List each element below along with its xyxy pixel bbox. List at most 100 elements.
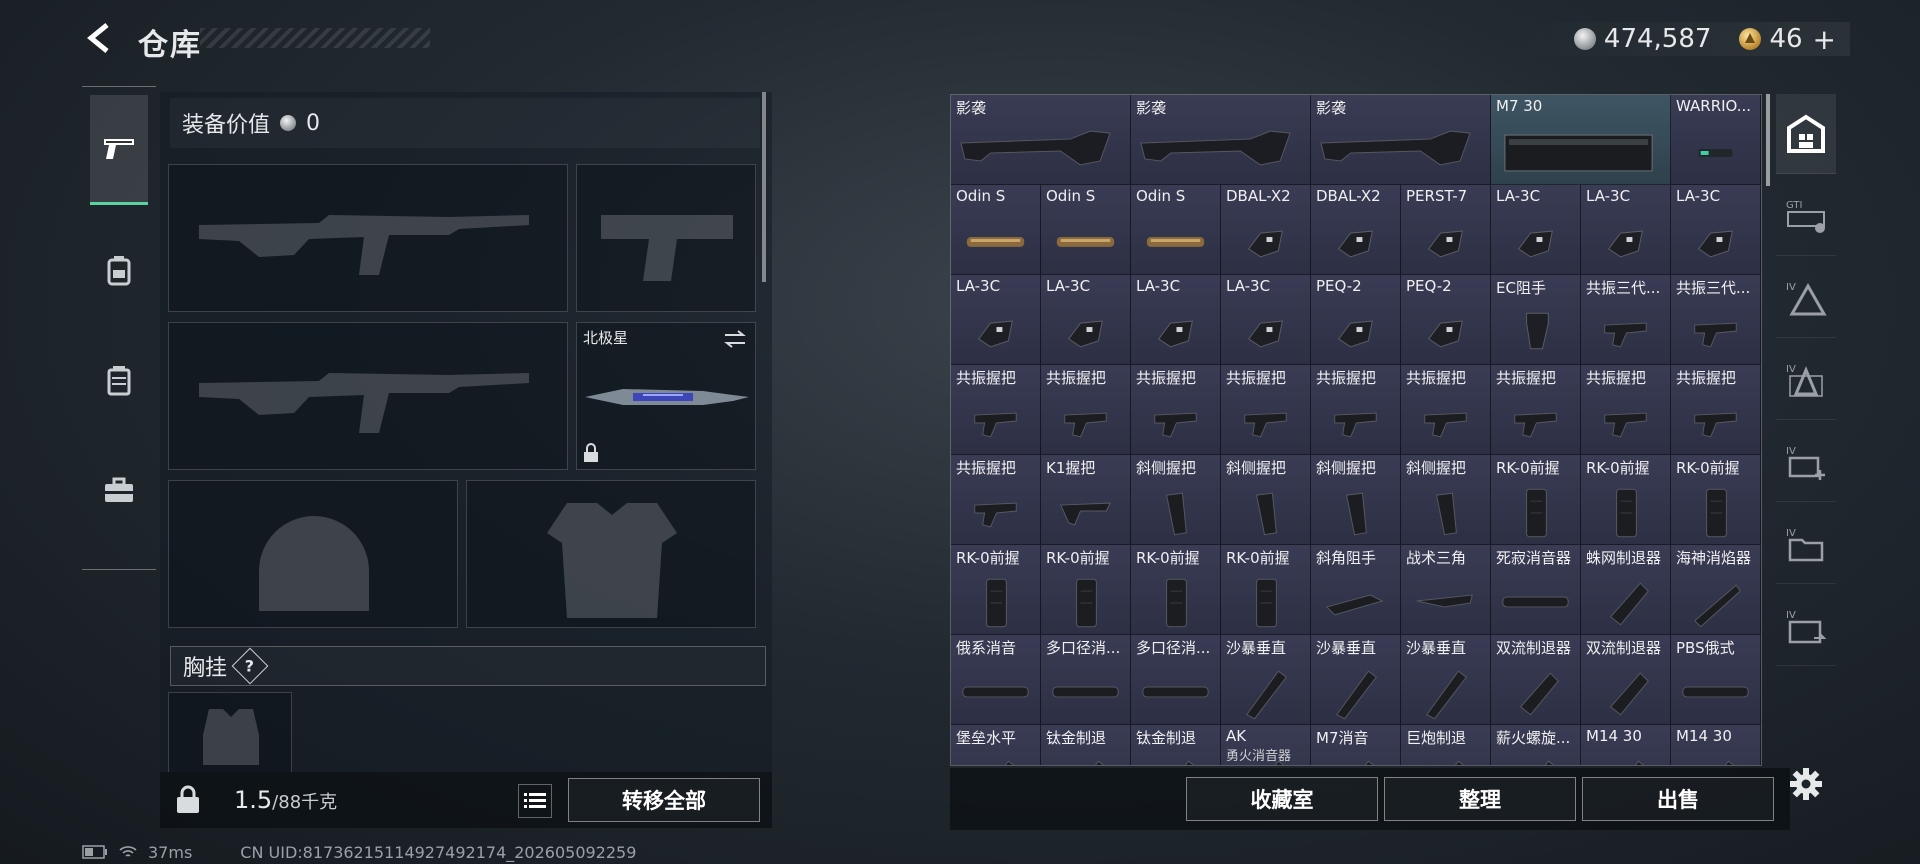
- category-medical[interactable]: IV: [1776, 422, 1836, 502]
- nav-weapons[interactable]: [90, 95, 148, 205]
- list-view-button[interactable]: [518, 784, 552, 818]
- stash-item[interactable]: PEQ-2: [1311, 275, 1401, 365]
- stash-item[interactable]: LA-3C: [1491, 185, 1581, 275]
- stash-item[interactable]: 共振握把: [1041, 365, 1131, 455]
- stash-item[interactable]: 巨炮制退: [1401, 725, 1491, 765]
- nav-vest[interactable]: [90, 325, 148, 435]
- armor-slot[interactable]: [466, 480, 756, 628]
- category-armor[interactable]: IV: [1776, 340, 1836, 420]
- stash-item[interactable]: LA-3C: [1221, 275, 1311, 365]
- transfer-all-button[interactable]: 转移全部: [568, 778, 760, 822]
- stash-item[interactable]: M14 30: [1581, 725, 1671, 765]
- chest-rig-slot[interactable]: [168, 692, 292, 772]
- stash-item[interactable]: AK 勇火消音器: [1221, 725, 1311, 765]
- stash-item[interactable]: 钛金制退: [1131, 725, 1221, 765]
- stash-item[interactable]: 斜侧握把: [1311, 455, 1401, 545]
- stash-item[interactable]: RK-0前握: [1131, 545, 1221, 635]
- stash-item[interactable]: 海神消焰器: [1671, 545, 1761, 635]
- stash-item[interactable]: 影袭: [951, 95, 1131, 185]
- stash-item[interactable]: PBS俄式: [1671, 635, 1761, 725]
- stash-item[interactable]: RK-0前握: [1221, 545, 1311, 635]
- help-button[interactable]: ?: [231, 647, 269, 685]
- stash-item[interactable]: K1握把: [1041, 455, 1131, 545]
- stash-item[interactable]: 共振握把: [1491, 365, 1581, 455]
- category-ammo[interactable]: IV: [1776, 258, 1836, 338]
- stash-item[interactable]: 斜角阻手: [1311, 545, 1401, 635]
- stash-item[interactable]: M14 30: [1671, 725, 1761, 765]
- category-transfer[interactable]: IV: [1776, 586, 1836, 666]
- stash-item[interactable]: 死寂消音器: [1491, 545, 1581, 635]
- stash-item[interactable]: 俄系消音: [951, 635, 1041, 725]
- stash-item[interactable]: 共振握把: [1131, 365, 1221, 455]
- stash-item[interactable]: RK-0前握: [1581, 455, 1671, 545]
- stash-item[interactable]: 共振握把: [1221, 365, 1311, 455]
- stash-item[interactable]: 双流制退器: [1491, 635, 1581, 725]
- stash-item[interactable]: 多口径消...: [1041, 635, 1131, 725]
- stash-item[interactable]: Odin S: [951, 185, 1041, 275]
- category-folder[interactable]: IV: [1776, 504, 1836, 584]
- stash-item[interactable]: Odin S: [1131, 185, 1221, 275]
- helmet-slot[interactable]: [168, 480, 458, 628]
- stash-item[interactable]: 共振握把: [951, 365, 1041, 455]
- swap-icon[interactable]: [723, 329, 747, 349]
- stash-item[interactable]: 沙暴垂直: [1311, 635, 1401, 725]
- stash-item[interactable]: M7 30: [1491, 95, 1671, 185]
- stash-item[interactable]: EC阻手: [1491, 275, 1581, 365]
- stash-item[interactable]: 堡垒水平: [951, 725, 1041, 765]
- stash-item[interactable]: 共振三代...: [1671, 275, 1761, 365]
- stash-item[interactable]: DBAL-X2: [1311, 185, 1401, 275]
- stash-item[interactable]: 共振握把: [951, 455, 1041, 545]
- stash-item[interactable]: M7消音: [1311, 725, 1401, 765]
- stash-item[interactable]: PEQ-2: [1401, 275, 1491, 365]
- stash-item[interactable]: 钛金制退: [1041, 725, 1131, 765]
- lock-button[interactable]: [168, 780, 208, 820]
- stash-item[interactable]: DBAL-X2: [1221, 185, 1311, 275]
- sidearm-slot[interactable]: [576, 164, 756, 312]
- category-weapon-mods[interactable]: GTI: [1776, 176, 1836, 256]
- sell-button[interactable]: 出售: [1582, 777, 1774, 821]
- stash-item[interactable]: PERST-7: [1401, 185, 1491, 275]
- stash-scrollbar[interactable]: [1766, 94, 1770, 186]
- stash-item[interactable]: 斜侧握把: [1401, 455, 1491, 545]
- stash-item[interactable]: 双流制退器: [1581, 635, 1671, 725]
- stash-item[interactable]: 共振握把: [1671, 365, 1761, 455]
- stash-item[interactable]: 斜侧握把: [1131, 455, 1221, 545]
- stash-item[interactable]: 战术三角: [1401, 545, 1491, 635]
- melee-slot[interactable]: 北极星: [576, 322, 756, 470]
- stash-item[interactable]: 斜侧握把: [1221, 455, 1311, 545]
- stash-item[interactable]: 蛛网制退器: [1581, 545, 1671, 635]
- secondary-weapon-slot[interactable]: [168, 322, 568, 470]
- stash-item[interactable]: 多口径消...: [1131, 635, 1221, 725]
- item-image: [1424, 412, 1467, 438]
- stash-item[interactable]: 影袭: [1131, 95, 1311, 185]
- stash-item[interactable]: WARRIO...: [1671, 95, 1761, 185]
- stash-item[interactable]: RK-0前握: [1041, 545, 1131, 635]
- stash-item[interactable]: Odin S: [1041, 185, 1131, 275]
- stash-item[interactable]: LA-3C: [951, 275, 1041, 365]
- stash-item[interactable]: 薪火螺旋...: [1491, 725, 1581, 765]
- back-button[interactable]: [80, 18, 120, 58]
- collection-button[interactable]: 收藏室: [1186, 777, 1378, 821]
- stash-item[interactable]: RK-0前握: [1491, 455, 1581, 545]
- add-currency-button[interactable]: +: [1813, 23, 1836, 56]
- stash-item[interactable]: 影袭: [1311, 95, 1491, 185]
- stash-item[interactable]: RK-0前握: [1671, 455, 1761, 545]
- stash-item[interactable]: 沙暴垂直: [1401, 635, 1491, 725]
- stash-item[interactable]: 共振握把: [1401, 365, 1491, 455]
- stash-item[interactable]: LA-3C: [1131, 275, 1221, 365]
- nav-backpack[interactable]: [90, 215, 148, 325]
- stash-item[interactable]: 共振握把: [1311, 365, 1401, 455]
- primary-weapon-slot[interactable]: [168, 164, 568, 312]
- stash-item[interactable]: 共振握把: [1581, 365, 1671, 455]
- stash-item[interactable]: 沙暴垂直: [1221, 635, 1311, 725]
- settings-button[interactable]: [1784, 762, 1828, 806]
- stash-item[interactable]: LA-3C: [1671, 185, 1761, 275]
- loadout-scrollbar[interactable]: [762, 92, 766, 282]
- stash-item[interactable]: LA-3C: [1581, 185, 1671, 275]
- category-all[interactable]: [1776, 94, 1836, 174]
- stash-item[interactable]: LA-3C: [1041, 275, 1131, 365]
- nav-toolbox[interactable]: [90, 435, 148, 545]
- stash-item[interactable]: 共振三代...: [1581, 275, 1671, 365]
- stash-item[interactable]: RK-0前握: [951, 545, 1041, 635]
- sort-button[interactable]: 整理: [1384, 777, 1576, 821]
